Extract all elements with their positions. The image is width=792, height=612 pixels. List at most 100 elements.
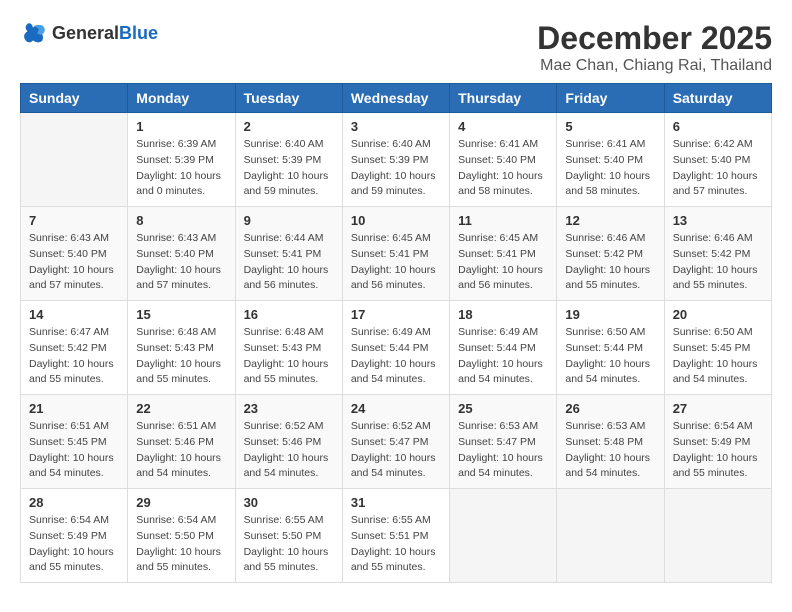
sunrise-text: Sunrise: 6:54 AM (136, 514, 216, 526)
sunrise-text: Sunrise: 6:52 AM (244, 420, 324, 432)
sunset-text: Sunset: 5:42 PM (673, 248, 751, 260)
calendar-cell: 10 Sunrise: 6:45 AM Sunset: 5:41 PM Dayl… (342, 207, 449, 301)
calendar-cell: 17 Sunrise: 6:49 AM Sunset: 5:44 PM Dayl… (342, 301, 449, 395)
day-info: Sunrise: 6:50 AM Sunset: 5:45 PM Dayligh… (673, 325, 763, 388)
day-info: Sunrise: 6:42 AM Sunset: 5:40 PM Dayligh… (673, 137, 763, 200)
sunset-text: Sunset: 5:40 PM (565, 154, 643, 166)
daylight-text: Daylight: 10 hours and 58 minutes. (458, 170, 543, 198)
sunset-text: Sunset: 5:46 PM (136, 436, 214, 448)
daylight-text: Daylight: 10 hours and 54 minutes. (29, 452, 114, 480)
calendar-table: SundayMondayTuesdayWednesdayThursdayFrid… (20, 83, 772, 583)
sunset-text: Sunset: 5:47 PM (351, 436, 429, 448)
calendar-cell: 8 Sunrise: 6:43 AM Sunset: 5:40 PM Dayli… (128, 207, 235, 301)
day-number: 26 (565, 401, 655, 416)
day-info: Sunrise: 6:53 AM Sunset: 5:48 PM Dayligh… (565, 419, 655, 482)
day-number: 24 (351, 401, 441, 416)
daylight-text: Daylight: 10 hours and 55 minutes. (351, 546, 436, 574)
day-number: 19 (565, 307, 655, 322)
weekday-header: Monday (128, 84, 235, 113)
day-info: Sunrise: 6:46 AM Sunset: 5:42 PM Dayligh… (565, 231, 655, 294)
day-number: 20 (673, 307, 763, 322)
calendar-week-row: 28 Sunrise: 6:54 AM Sunset: 5:49 PM Dayl… (21, 489, 772, 583)
calendar-cell: 12 Sunrise: 6:46 AM Sunset: 5:42 PM Dayl… (557, 207, 664, 301)
page-header: GeneralBlue December 2025 Mae Chan, Chia… (20, 20, 772, 75)
sunset-text: Sunset: 5:41 PM (244, 248, 322, 260)
calendar-cell (664, 489, 771, 583)
weekday-header: Wednesday (342, 84, 449, 113)
day-number: 16 (244, 307, 334, 322)
sunrise-text: Sunrise: 6:52 AM (351, 420, 431, 432)
sunrise-text: Sunrise: 6:54 AM (29, 514, 109, 526)
day-number: 1 (136, 119, 226, 134)
day-number: 6 (673, 119, 763, 134)
sunset-text: Sunset: 5:45 PM (29, 436, 107, 448)
sunset-text: Sunset: 5:44 PM (458, 342, 536, 354)
calendar-cell: 28 Sunrise: 6:54 AM Sunset: 5:49 PM Dayl… (21, 489, 128, 583)
day-number: 14 (29, 307, 119, 322)
day-info: Sunrise: 6:55 AM Sunset: 5:50 PM Dayligh… (244, 513, 334, 576)
daylight-text: Daylight: 10 hours and 59 minutes. (351, 170, 436, 198)
calendar-cell: 7 Sunrise: 6:43 AM Sunset: 5:40 PM Dayli… (21, 207, 128, 301)
day-number: 12 (565, 213, 655, 228)
calendar-week-row: 7 Sunrise: 6:43 AM Sunset: 5:40 PM Dayli… (21, 207, 772, 301)
day-info: Sunrise: 6:52 AM Sunset: 5:47 PM Dayligh… (351, 419, 441, 482)
day-number: 7 (29, 213, 119, 228)
logo-container: GeneralBlue (20, 20, 158, 48)
day-info: Sunrise: 6:45 AM Sunset: 5:41 PM Dayligh… (458, 231, 548, 294)
day-info: Sunrise: 6:54 AM Sunset: 5:49 PM Dayligh… (29, 513, 119, 576)
sunset-text: Sunset: 5:46 PM (244, 436, 322, 448)
day-info: Sunrise: 6:43 AM Sunset: 5:40 PM Dayligh… (136, 231, 226, 294)
day-info: Sunrise: 6:43 AM Sunset: 5:40 PM Dayligh… (29, 231, 119, 294)
sunset-text: Sunset: 5:50 PM (244, 530, 322, 542)
sunrise-text: Sunrise: 6:48 AM (136, 326, 216, 338)
sunrise-text: Sunrise: 6:46 AM (565, 232, 645, 244)
sunrise-text: Sunrise: 6:45 AM (351, 232, 431, 244)
sunset-text: Sunset: 5:39 PM (136, 154, 214, 166)
sunrise-text: Sunrise: 6:47 AM (29, 326, 109, 338)
sunrise-text: Sunrise: 6:41 AM (565, 138, 645, 150)
sunset-text: Sunset: 5:43 PM (244, 342, 322, 354)
daylight-text: Daylight: 10 hours and 55 minutes. (673, 452, 758, 480)
calendar-cell: 29 Sunrise: 6:54 AM Sunset: 5:50 PM Dayl… (128, 489, 235, 583)
day-info: Sunrise: 6:48 AM Sunset: 5:43 PM Dayligh… (244, 325, 334, 388)
sunset-text: Sunset: 5:41 PM (351, 248, 429, 260)
calendar-header-row: SundayMondayTuesdayWednesdayThursdayFrid… (21, 84, 772, 113)
calendar-cell (21, 113, 128, 207)
day-info: Sunrise: 6:41 AM Sunset: 5:40 PM Dayligh… (458, 137, 548, 200)
calendar-cell: 31 Sunrise: 6:55 AM Sunset: 5:51 PM Dayl… (342, 489, 449, 583)
sunrise-text: Sunrise: 6:43 AM (136, 232, 216, 244)
sunrise-text: Sunrise: 6:42 AM (673, 138, 753, 150)
weekday-header: Friday (557, 84, 664, 113)
day-info: Sunrise: 6:51 AM Sunset: 5:45 PM Dayligh… (29, 419, 119, 482)
calendar-cell: 5 Sunrise: 6:41 AM Sunset: 5:40 PM Dayli… (557, 113, 664, 207)
daylight-text: Daylight: 10 hours and 54 minutes. (244, 452, 329, 480)
sunset-text: Sunset: 5:41 PM (458, 248, 536, 260)
daylight-text: Daylight: 10 hours and 57 minutes. (136, 264, 221, 292)
calendar-cell: 11 Sunrise: 6:45 AM Sunset: 5:41 PM Dayl… (450, 207, 557, 301)
sunrise-text: Sunrise: 6:55 AM (351, 514, 431, 526)
logo-general: General (52, 23, 119, 43)
day-number: 15 (136, 307, 226, 322)
sunset-text: Sunset: 5:39 PM (351, 154, 429, 166)
day-info: Sunrise: 6:39 AM Sunset: 5:39 PM Dayligh… (136, 137, 226, 200)
sunrise-text: Sunrise: 6:55 AM (244, 514, 324, 526)
calendar-cell: 22 Sunrise: 6:51 AM Sunset: 5:46 PM Dayl… (128, 395, 235, 489)
day-info: Sunrise: 6:45 AM Sunset: 5:41 PM Dayligh… (351, 231, 441, 294)
calendar-cell: 15 Sunrise: 6:48 AM Sunset: 5:43 PM Dayl… (128, 301, 235, 395)
day-info: Sunrise: 6:53 AM Sunset: 5:47 PM Dayligh… (458, 419, 548, 482)
calendar-cell: 27 Sunrise: 6:54 AM Sunset: 5:49 PM Dayl… (664, 395, 771, 489)
sunset-text: Sunset: 5:40 PM (29, 248, 107, 260)
daylight-text: Daylight: 10 hours and 55 minutes. (673, 264, 758, 292)
sunrise-text: Sunrise: 6:46 AM (673, 232, 753, 244)
sunset-text: Sunset: 5:51 PM (351, 530, 429, 542)
sunrise-text: Sunrise: 6:41 AM (458, 138, 538, 150)
sunset-text: Sunset: 5:40 PM (673, 154, 751, 166)
sunrise-text: Sunrise: 6:40 AM (351, 138, 431, 150)
day-info: Sunrise: 6:40 AM Sunset: 5:39 PM Dayligh… (351, 137, 441, 200)
daylight-text: Daylight: 10 hours and 59 minutes. (244, 170, 329, 198)
sunrise-text: Sunrise: 6:39 AM (136, 138, 216, 150)
sunset-text: Sunset: 5:44 PM (351, 342, 429, 354)
calendar-cell: 9 Sunrise: 6:44 AM Sunset: 5:41 PM Dayli… (235, 207, 342, 301)
calendar-cell: 2 Sunrise: 6:40 AM Sunset: 5:39 PM Dayli… (235, 113, 342, 207)
day-info: Sunrise: 6:48 AM Sunset: 5:43 PM Dayligh… (136, 325, 226, 388)
